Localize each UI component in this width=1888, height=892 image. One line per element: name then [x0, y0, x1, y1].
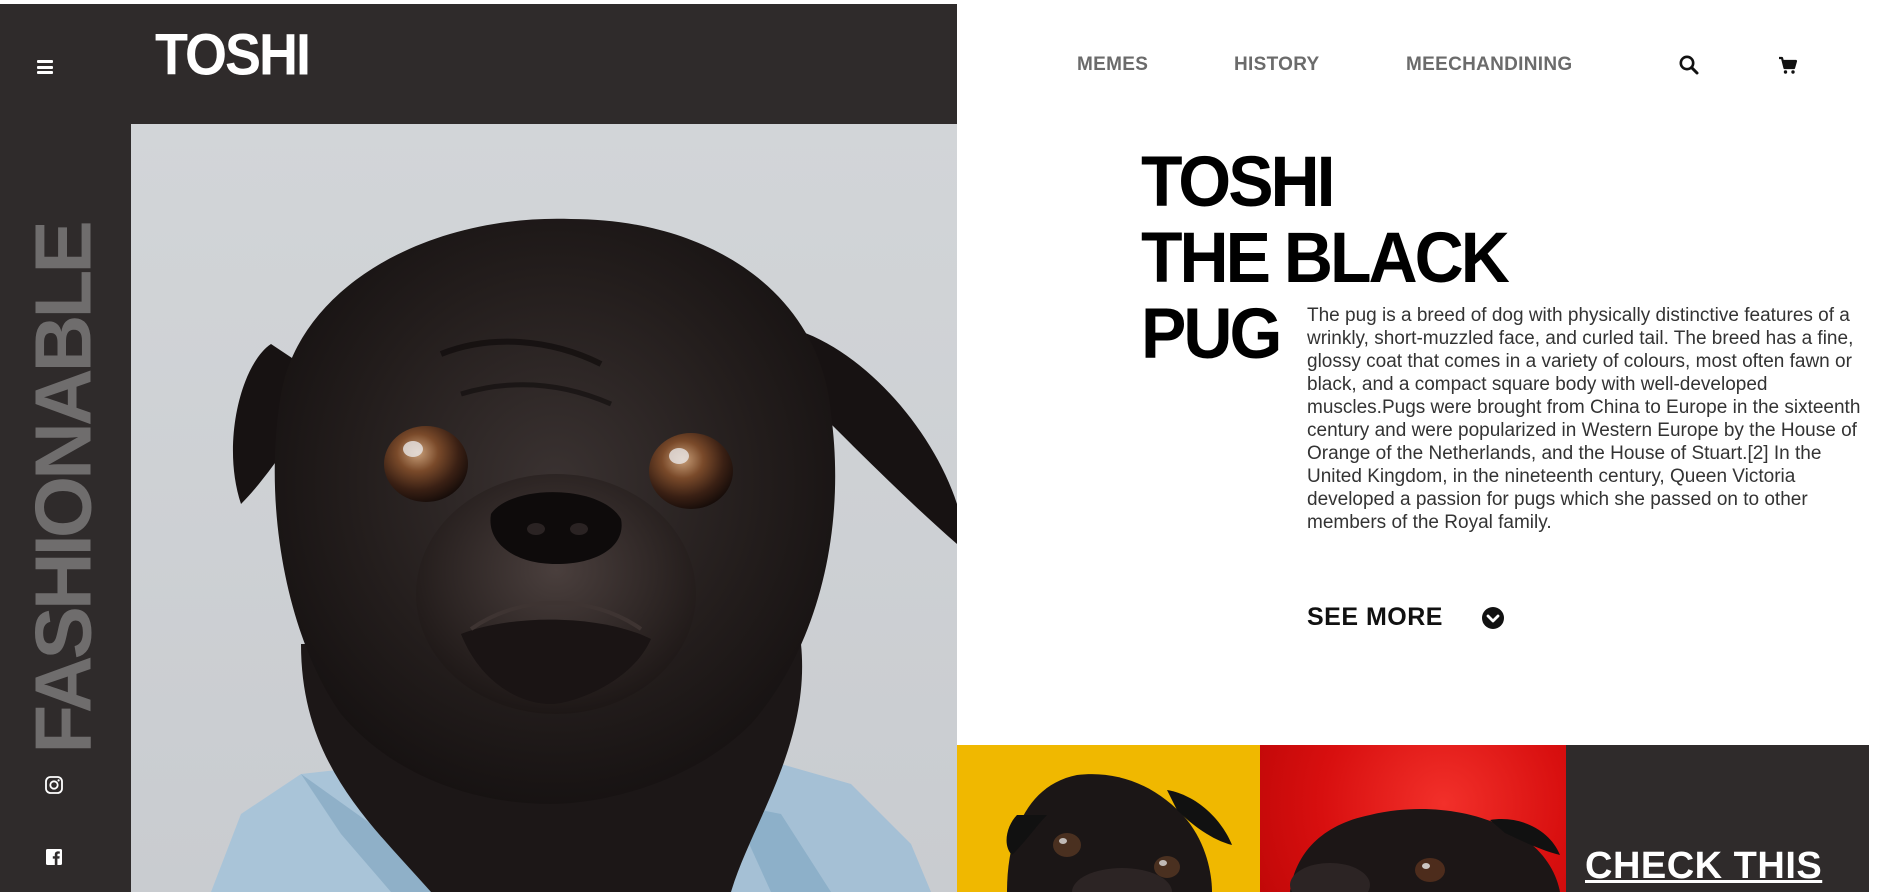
nav-item-memes[interactable]: MEMES	[1077, 54, 1148, 76]
brand-logo[interactable]: TOSHI	[155, 26, 311, 84]
cart-icon[interactable]	[1777, 54, 1799, 76]
see-more-button[interactable]: SEE MORE	[1307, 603, 1505, 632]
see-more-label: SEE MORE	[1307, 603, 1443, 631]
header-band: TOSHI	[131, 4, 957, 124]
nav-item-history[interactable]: HISTORY	[1234, 54, 1320, 76]
menu-icon[interactable]	[37, 60, 53, 74]
search-icon[interactable]	[1678, 54, 1700, 76]
check-this-link[interactable]: CHECK THIS	[1585, 845, 1822, 888]
facebook-icon[interactable]	[44, 847, 64, 867]
instagram-icon[interactable]	[44, 775, 64, 795]
sidebar: FASHIONABLE	[0, 4, 131, 892]
sidebar-vertical-text: FASHIONABLE	[19, 224, 109, 754]
breed-description: The pug is a breed of dog with physicall…	[1307, 305, 1861, 533]
pug-thumbnail-yellow	[1006, 774, 1232, 892]
hero-image	[131, 124, 957, 892]
sidebar-vertical-text-wrap: FASHIONABLE	[19, 224, 108, 753]
pug-thumbnail-red	[1290, 809, 1560, 892]
tile-yellow-pug[interactable]	[957, 745, 1260, 892]
pug-photo	[211, 218, 957, 892]
title-line-2: THE BLACK	[1141, 218, 1510, 298]
title-line-1: TOSHI	[1141, 142, 1336, 222]
nav-item-meechandining[interactable]: MEECHANDINING	[1406, 54, 1572, 76]
chevron-down-circle-icon	[1481, 606, 1504, 629]
tile-red-pug[interactable]	[1260, 745, 1566, 892]
promo-tile: CHECK THIS	[1566, 745, 1869, 892]
